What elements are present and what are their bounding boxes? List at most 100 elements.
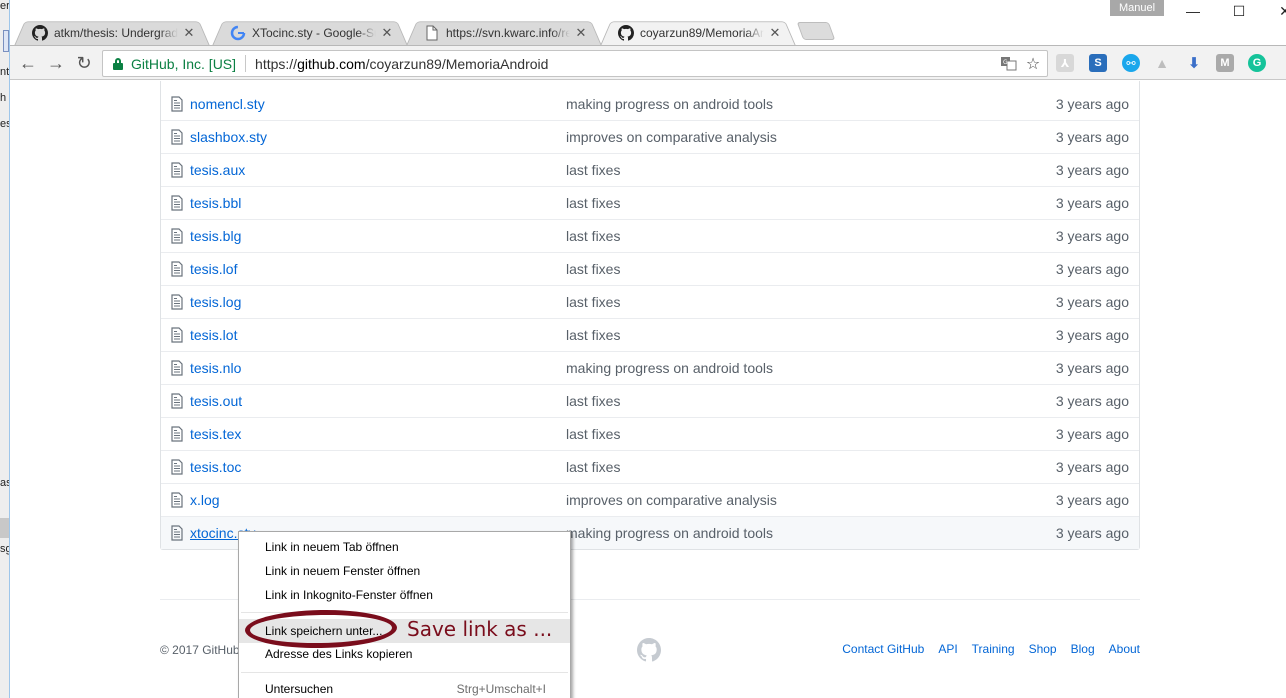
commit-message-link[interactable]: making progress on android tools (566, 525, 773, 541)
s-extension-icon[interactable]: S (1089, 54, 1107, 72)
file-row: x.log improves on comparative analysis 3 y… (161, 483, 1139, 516)
m-extension-icon[interactable]: M (1216, 54, 1234, 72)
file-icon (171, 426, 185, 442)
menu-item-label: Link in neuem Fenster öffnen (265, 564, 421, 578)
menu-item-open-incognito[interactable]: Link in Inkognito-Fenster öffnen (239, 583, 570, 607)
footer-link-about[interactable]: About (1109, 642, 1140, 656)
google-icon (230, 25, 246, 41)
file-row: tesis.aux last fixes 3 years ago (161, 153, 1139, 186)
tab-close-icon[interactable]: ✕ (182, 25, 196, 41)
footer-link-contact[interactable]: Contact GitHub (842, 642, 924, 656)
drive-extension-icon[interactable]: ▲ (1153, 54, 1171, 72)
tab-atkm-thesis[interactable]: atkm/thesis: Undergrad thesis ✕ (14, 18, 210, 46)
commit-age: 3 years ago (1055, 360, 1129, 376)
extension-glyph: ⅄ (1060, 57, 1070, 70)
menu-item-open-new-tab[interactable]: Link in neuem Tab öffnen (239, 535, 570, 559)
menu-item-open-new-window[interactable]: Link in neuem Fenster öffnen (239, 559, 570, 583)
footer-link-blog[interactable]: Blog (1071, 642, 1095, 656)
reload-button[interactable]: ↻ (72, 52, 96, 74)
tab-title: atkm/thesis: Undergrad thesis (54, 26, 178, 40)
svg-text:G: G (1003, 59, 1008, 66)
commit-message-link[interactable]: last fixes (566, 195, 620, 211)
footer-link-training[interactable]: Training (972, 642, 1015, 656)
background-text-fragment: h (0, 92, 7, 104)
file-name-link[interactable]: tesis.out (190, 393, 242, 409)
tab-title: XTocinc.sty - Google-Suche (252, 26, 376, 40)
tab-google-search[interactable]: XTocinc.sty - Google-Suche ✕ (212, 18, 408, 46)
file-icon (171, 195, 185, 211)
file-name-link[interactable]: slashbox.sty (190, 129, 267, 145)
menu-item-inspect[interactable]: Untersuchen Strg+Umschalt+I (239, 677, 570, 698)
download-extension-icon[interactable]: ⬇ (1185, 54, 1203, 72)
commit-message-link[interactable]: making progress on android tools (566, 96, 773, 112)
tab-svn-kwarc[interactable]: https://svn.kwarc.info/repos ✕ (406, 18, 602, 46)
commit-age: 3 years ago (1055, 492, 1129, 508)
background-window-control (3, 30, 9, 52)
github-icon (618, 25, 634, 41)
commit-message-link[interactable]: improves on comparative analysis (566, 492, 777, 508)
file-name-link[interactable]: x.log (190, 492, 220, 508)
file-row: tesis.lof last fixes 3 years ago (161, 252, 1139, 285)
commit-message-link[interactable]: making progress on android tools (566, 360, 773, 376)
commit-message-link[interactable]: last fixes (566, 459, 620, 475)
lock-icon[interactable] (113, 57, 123, 70)
file-name-link[interactable]: tesis.log (190, 294, 241, 310)
tab-close-icon[interactable]: ✕ (768, 25, 782, 41)
share-extension-icon[interactable]: ⚯ (1122, 54, 1140, 72)
tab-close-icon[interactable]: ✕ (380, 25, 394, 41)
extension-glyph: G (1252, 57, 1262, 69)
file-icon (171, 95, 185, 112)
file-name-link[interactable]: tesis.lot (190, 327, 237, 343)
footer-link-api[interactable]: API (938, 642, 957, 656)
commit-message-link[interactable]: improves on comparative analysis (566, 129, 777, 145)
file-icon (171, 393, 185, 409)
commit-message-link[interactable]: last fixes (566, 261, 620, 277)
address-bar[interactable]: GitHub, Inc. [US] https://github.com/coy… (102, 50, 1048, 77)
commit-age: 3 years ago (1055, 95, 1129, 112)
file-row: tesis.bbl last fixes 3 years ago (161, 186, 1139, 219)
file-icon (171, 360, 185, 376)
page-content: nomencl.sty making progress on android to… (10, 81, 1286, 698)
bookmark-star-icon[interactable]: ☆ (1023, 54, 1043, 74)
tab-close-icon[interactable]: ✕ (574, 25, 588, 41)
tab-memoria-android[interactable]: coyarzun89/MemoriaAndroid ✕ (600, 18, 796, 46)
translate-icon[interactable]: G (999, 54, 1019, 74)
file-name-link[interactable]: tesis.lof (190, 261, 237, 277)
menu-item-label: Link in Inkognito-Fenster öffnen (265, 588, 433, 602)
file-icon (171, 327, 185, 343)
file-name-link[interactable]: tesis.bbl (190, 195, 241, 211)
file-name-link[interactable]: tesis.toc (190, 459, 241, 475)
background-window: er h nt es as sg (0, 0, 10, 698)
ev-certificate-label[interactable]: GitHub, Inc. [US] (131, 56, 236, 72)
github-logo-icon[interactable] (637, 638, 662, 662)
forward-button[interactable]: → (44, 52, 68, 74)
commit-message-link[interactable]: last fixes (566, 426, 620, 442)
file-name-link[interactable]: tesis.nlo (190, 360, 241, 376)
commit-message-link[interactable]: last fixes (566, 162, 620, 178)
commit-message-link[interactable]: last fixes (566, 294, 620, 310)
back-arrow-icon: ← (19, 53, 37, 73)
browser-window: Manuel — ☐ ✕ atkm/thesis: Undergrad thes… (10, 0, 1286, 698)
forward-arrow-icon: → (47, 53, 65, 73)
grammarly-extension-icon[interactable]: G (1248, 54, 1266, 72)
file-name-link[interactable]: tesis.aux (190, 162, 245, 178)
url-text[interactable]: https://github.com/coyarzun89/MemoriaAnd… (255, 56, 999, 72)
file-name-link[interactable]: tesis.tex (190, 426, 241, 442)
commit-message-link[interactable]: last fixes (566, 327, 620, 343)
acrobat-extension-icon[interactable]: ⅄ (1056, 54, 1074, 72)
commit-message-link[interactable]: last fixes (566, 228, 620, 244)
profile-badge[interactable]: Manuel (1110, 0, 1164, 16)
file-name-link[interactable]: tesis.blg (190, 228, 241, 244)
file-icon (171, 129, 185, 145)
footer-link-shop[interactable]: Shop (1029, 642, 1057, 656)
file-row: tesis.nlo making progress on android tool… (161, 351, 1139, 384)
back-button[interactable]: ← (16, 52, 40, 74)
commit-message-link[interactable]: last fixes (566, 393, 620, 409)
file-list: nomencl.sty making progress on android to… (160, 81, 1140, 550)
browser-toolbar: ← → ↻ GitHub, Inc. [US] https://github.c… (10, 45, 1286, 80)
background-band (0, 518, 9, 538)
new-tab-button[interactable] (796, 22, 836, 40)
file-name-link[interactable]: nomencl.sty (190, 96, 265, 112)
url-scheme: https:// (255, 55, 298, 72)
commit-age: 3 years ago (1055, 426, 1129, 442)
